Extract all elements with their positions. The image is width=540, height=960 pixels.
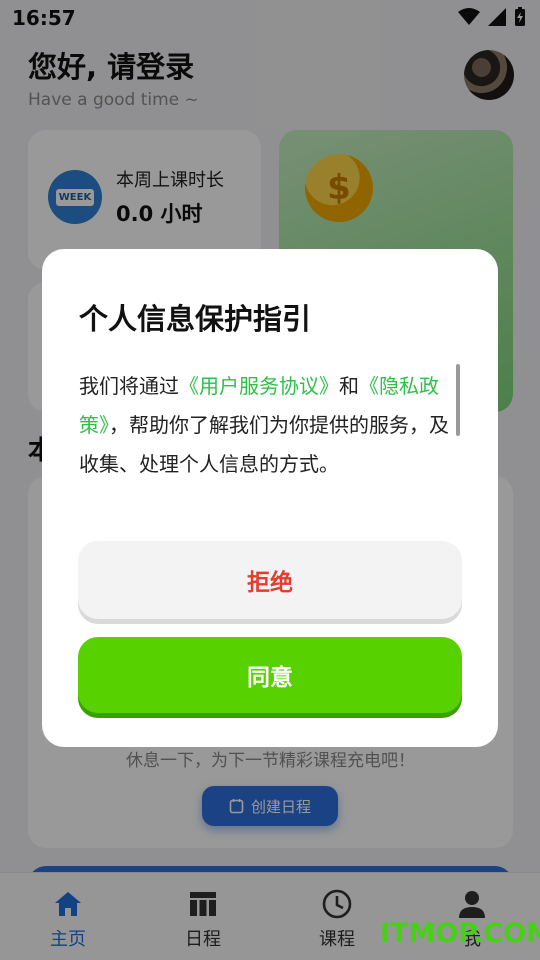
dialog-body-and: 和 — [339, 374, 359, 398]
dialog-body-prefix: 我们将通过 — [79, 374, 179, 398]
dialog-body-suffix: ，帮助你了解我们为你提供的服务，及收集、处理个人信息的方式。 — [79, 413, 449, 476]
privacy-dialog: 个人信息保护指引 我们将通过《用户服务协议》和《隐私政策》，帮助你了解我们为你提… — [42, 249, 498, 747]
watermark: ITMOP.COM — [380, 918, 540, 949]
dialog-title: 个人信息保护指引 — [79, 302, 312, 336]
agree-button[interactable]: 同意 — [78, 637, 462, 713]
dialog-scrollbar[interactable] — [456, 364, 460, 436]
reject-button[interactable]: 拒绝 — [78, 541, 462, 619]
dialog-body: 我们将通过《用户服务协议》和《隐私政策》，帮助你了解我们为你提供的服务，及收集、… — [79, 367, 463, 484]
user-agreement-link[interactable]: 《用户服务协议》 — [179, 374, 339, 398]
